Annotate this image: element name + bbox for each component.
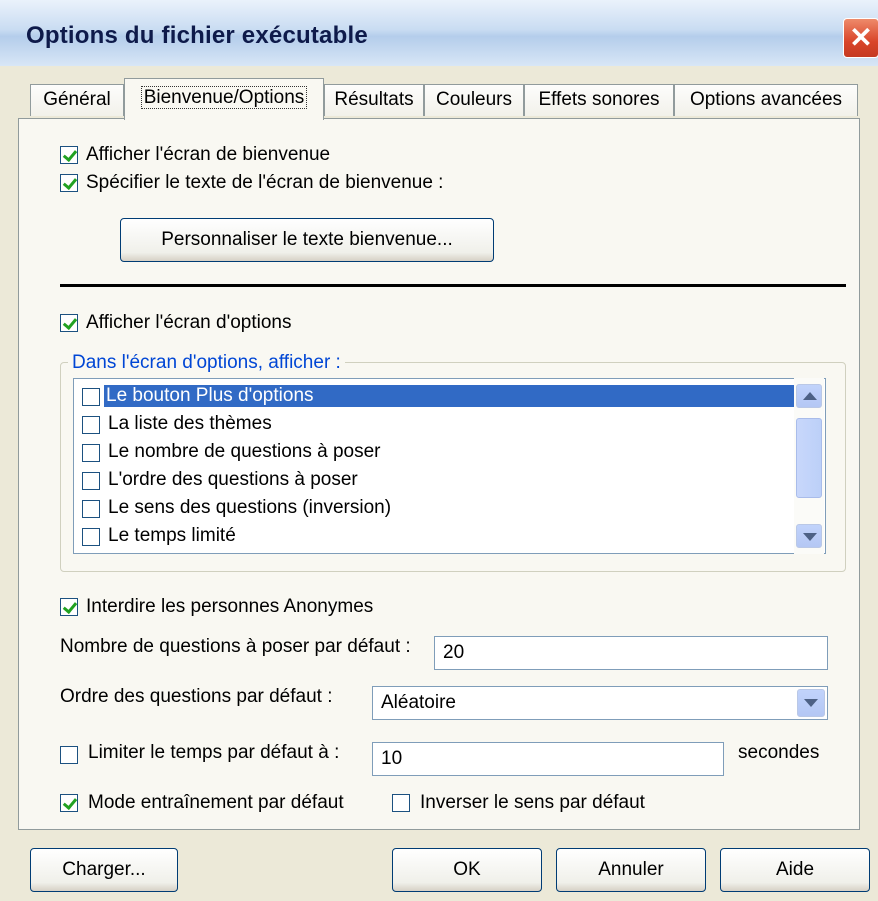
load-button[interactable]: Charger...: [30, 848, 178, 892]
list-item-label: Le nombre de questions à poser: [108, 441, 381, 462]
custom-welcome-text-label: Spécifier le texte de l'écran de bienven…: [86, 172, 444, 193]
tab-resultats[interactable]: Résultats: [324, 84, 424, 116]
list-item-checkbox[interactable]: [82, 500, 100, 518]
list-item-checkbox[interactable]: [82, 472, 100, 490]
forbid-anonymous-label: Interdire les personnes Anonymes: [86, 596, 374, 617]
tab-couleurs[interactable]: Couleurs: [424, 84, 524, 116]
show-options-label: Afficher l'écran d'options: [86, 312, 292, 333]
seconds-label: secondes: [738, 742, 820, 763]
limit-time-label: Limiter le temps par défaut à :: [88, 742, 340, 763]
default-order-select[interactable]: Aléatoire: [372, 686, 828, 720]
list-item-label: L'ordre des questions à poser: [108, 469, 358, 490]
scroll-up-button[interactable]: [796, 384, 822, 408]
list-item-label: Le temps limité: [108, 525, 236, 546]
customize-welcome-button[interactable]: Personnaliser le texte bienvenue...: [120, 218, 494, 262]
training-mode-label: Mode entraînement par défaut: [88, 792, 344, 813]
limit-time-checkbox[interactable]: [60, 746, 78, 764]
list-item-checkbox[interactable]: [82, 388, 100, 406]
chevron-down-icon: [803, 533, 817, 541]
limit-time-input[interactable]: 10: [372, 742, 724, 776]
list-item-checkbox[interactable]: [82, 528, 100, 546]
chevron-up-icon: [803, 392, 817, 400]
separator: [60, 284, 846, 287]
list-item[interactable]: La liste des thèmes: [74, 411, 794, 439]
show-welcome-checkbox[interactable]: [60, 146, 78, 164]
close-icon: ✕: [849, 22, 873, 53]
invert-direction-checkbox[interactable]: [392, 794, 410, 812]
show-welcome-label: Afficher l'écran de bienvenue: [86, 144, 331, 165]
window-title: Options du fichier exécutable: [26, 22, 368, 49]
default-order-label: Ordre des questions par défaut :: [60, 686, 333, 707]
list-item[interactable]: Le temps limité: [74, 523, 794, 551]
list-item-checkbox[interactable]: [82, 416, 100, 434]
dialog-window: Options du fichier exécutable ✕ Général …: [0, 0, 878, 901]
help-button[interactable]: Aide: [720, 848, 870, 892]
dropdown-button[interactable]: [797, 689, 825, 717]
tab-bienvenue-options[interactable]: Bienvenue/Options: [124, 78, 324, 120]
forbid-anonymous-checkbox[interactable]: [60, 598, 78, 616]
list-item-label: Le sens des questions (inversion): [108, 497, 392, 518]
options-listbox[interactable]: Le bouton Plus d'options La liste des th…: [73, 378, 826, 554]
chevron-down-icon: [804, 699, 818, 707]
ok-button[interactable]: OK: [392, 848, 542, 892]
default-order-value: Aléatoire: [381, 692, 456, 713]
tab-options-avancees[interactable]: Options avancées: [674, 84, 858, 116]
options-group-label: Dans l'écran d'options, afficher :: [68, 352, 345, 374]
list-item[interactable]: Le nombre de questions à poser: [74, 439, 794, 467]
default-count-label: Nombre de questions à poser par défaut :: [60, 636, 411, 657]
list-item-checkbox[interactable]: [82, 444, 100, 462]
default-count-input[interactable]: 20: [434, 636, 828, 670]
list-item-label: Le bouton Plus d'options: [104, 385, 794, 407]
show-options-checkbox[interactable]: [60, 314, 78, 332]
scroll-down-button[interactable]: [796, 524, 822, 548]
list-item[interactable]: L'ordre des questions à poser: [74, 467, 794, 495]
tab-label: Bienvenue/Options: [140, 86, 308, 109]
list-item[interactable]: Le sens des questions (inversion): [74, 495, 794, 523]
cancel-button[interactable]: Annuler: [556, 848, 706, 892]
list-item[interactable]: Le bouton Plus d'options: [74, 383, 794, 411]
scroll-thumb[interactable]: [796, 418, 822, 498]
list-item-label: La liste des thèmes: [108, 413, 272, 434]
tab-general[interactable]: Général: [30, 84, 124, 116]
invert-direction-label: Inverser le sens par défaut: [420, 792, 645, 813]
list-scrollbar[interactable]: [794, 378, 824, 554]
training-mode-checkbox[interactable]: [60, 794, 78, 812]
custom-welcome-text-checkbox[interactable]: [60, 174, 78, 192]
close-button[interactable]: ✕: [843, 18, 878, 58]
title-bar[interactable]: Options du fichier exécutable ✕: [0, 0, 878, 66]
tab-effets-sonores[interactable]: Effets sonores: [524, 84, 674, 116]
